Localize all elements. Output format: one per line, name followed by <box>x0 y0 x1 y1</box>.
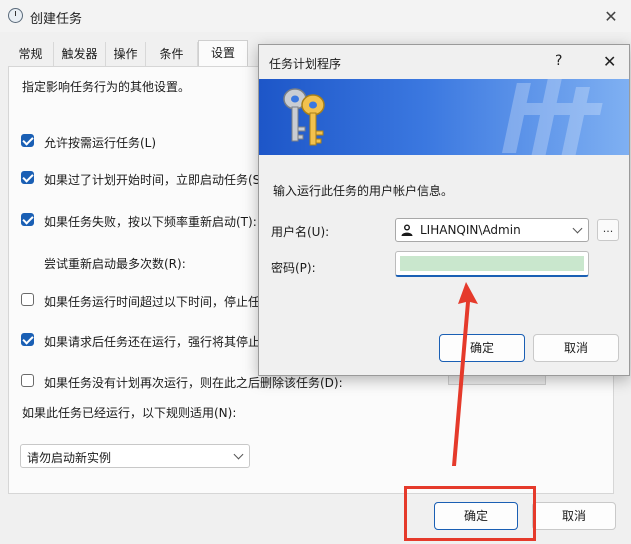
username-value: LIHANQIN\Admin <box>420 223 521 237</box>
option-label-restart-attempts: 尝试重新启动最多次数(R): <box>44 257 186 271</box>
dialog-banner <box>259 79 629 155</box>
chevron-down-icon <box>572 223 583 234</box>
option-checkbox-restart-on-fail[interactable] <box>21 213 34 226</box>
password-redaction <box>400 256 584 271</box>
title-bar: 创建任务 ✕ <box>0 0 631 32</box>
cancel-button[interactable]: 取消 <box>532 502 616 530</box>
settings-description: 指定影响任务行为的其他设置。 <box>22 80 191 94</box>
clock-icon <box>8 8 23 23</box>
tab-actions[interactable]: 操作 <box>106 42 146 66</box>
option-checkbox-delete-if-not-scheduled[interactable] <box>21 374 34 387</box>
chevron-down-icon <box>233 449 244 460</box>
highlight-box <box>404 486 536 541</box>
password-input[interactable] <box>395 251 589 277</box>
option-label-run-missed: 如果过了计划开始时间，立即启动任务(S <box>44 173 261 187</box>
option-checkbox-run-missed[interactable] <box>21 171 34 184</box>
rule-select[interactable]: 请勿启动新实例 <box>20 444 250 468</box>
option-label-allow-on-demand: 允许按需运行任务(L) <box>44 136 157 150</box>
close-icon[interactable]: ✕ <box>603 52 616 71</box>
red-arrow-annotation <box>452 282 478 466</box>
help-icon[interactable]: ? <box>555 53 562 69</box>
window-title: 创建任务 <box>30 12 83 27</box>
dialog-cancel-button[interactable]: 取消 <box>533 334 619 362</box>
rule-select-value: 请勿启动新实例 <box>27 451 112 465</box>
close-icon[interactable]: ✕ <box>600 6 622 28</box>
username-label: 用户名(U): <box>271 225 330 239</box>
password-label: 密码(P): <box>271 261 316 275</box>
option-checkbox-allow-on-demand[interactable] <box>21 134 34 147</box>
username-select[interactable]: LIHANQIN\Admin <box>395 218 589 242</box>
dialog-title: 任务计划程序 <box>269 57 342 71</box>
tab-conditions[interactable]: 条件 <box>146 42 198 66</box>
option-label-delete-if-not-scheduled: 如果任务没有计划再次运行，则在此之后删除该任务(D): <box>44 376 343 390</box>
user-icon <box>401 224 413 236</box>
dialog-title-bar: 任务计划程序 ? ✕ <box>259 45 629 79</box>
keys-icon <box>283 88 325 146</box>
browse-user-button[interactable]: ... <box>597 219 619 241</box>
option-checkbox-force-stop[interactable] <box>21 333 34 346</box>
dialog-instruction: 输入运行此任务的用户帐户信息。 <box>273 184 454 198</box>
tab-settings[interactable]: 设置 <box>198 40 248 67</box>
tab-general[interactable]: 常规 <box>8 42 54 66</box>
rule-label: 如果此任务已经运行，以下规则适用(N): <box>22 406 237 420</box>
option-label-stop-long-running: 如果任务运行时间超过以下时间，停止任 <box>44 295 261 309</box>
banner-decoration <box>501 79 603 155</box>
option-label-force-stop: 如果请求后任务还在运行，强行将其停止 <box>44 335 261 349</box>
tab-triggers[interactable]: 触发器 <box>54 42 106 66</box>
option-label-restart-on-fail: 如果任务失败，按以下频率重新启动(T): <box>44 215 257 229</box>
option-checkbox-stop-long-running[interactable] <box>21 293 34 306</box>
